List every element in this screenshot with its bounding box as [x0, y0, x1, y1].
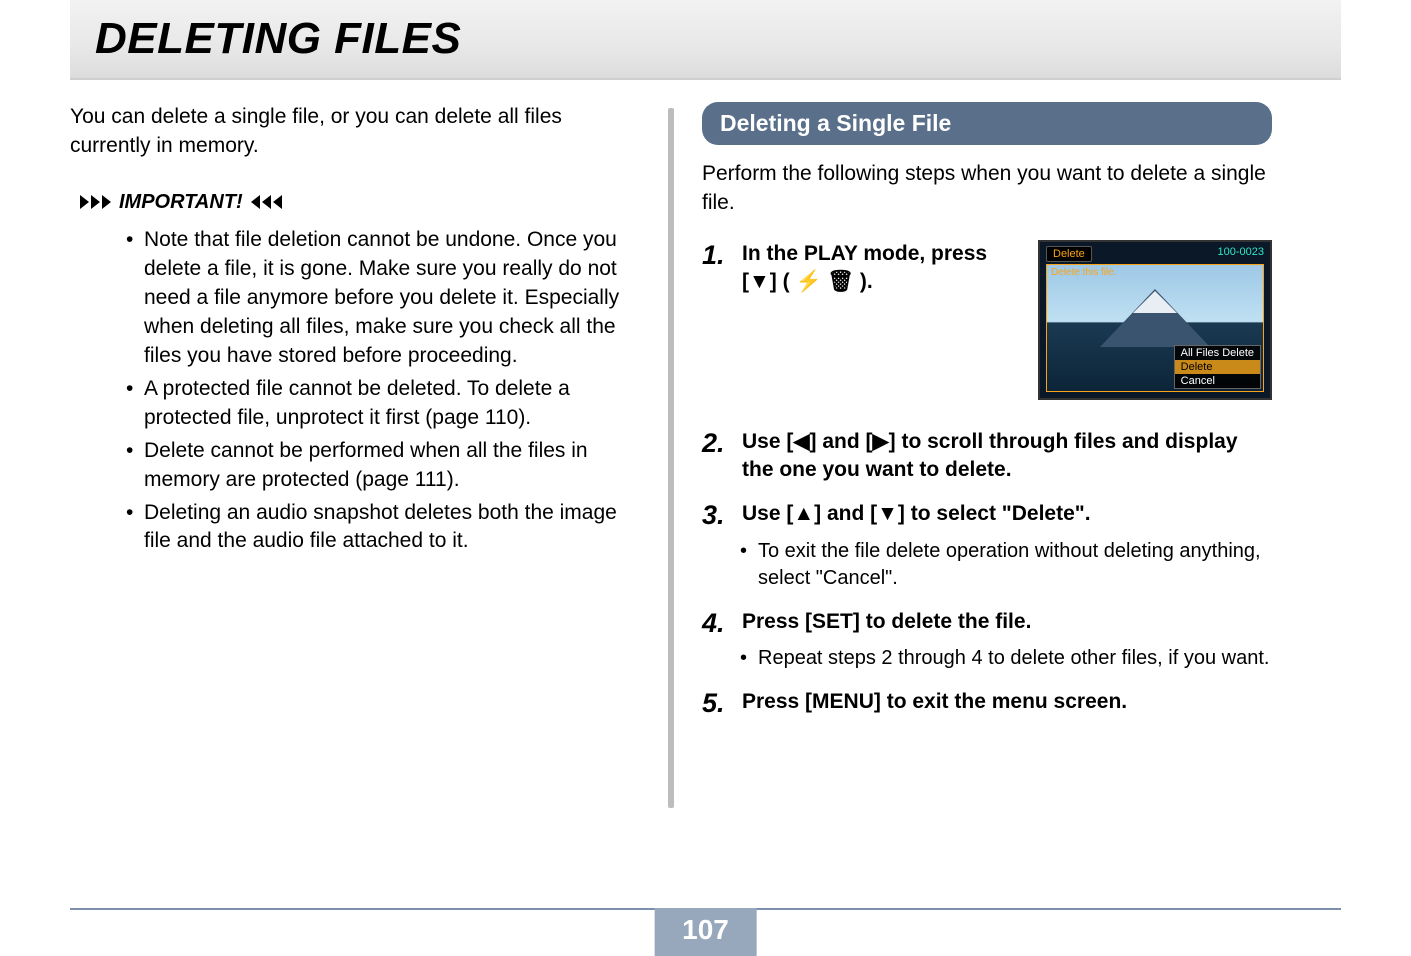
important-label: IMPORTANT! [119, 191, 243, 214]
column-divider [668, 108, 674, 808]
menu-option-all: All Files Delete [1175, 346, 1260, 360]
step-text: Use [▲] and [▼] to select "Delete". [742, 500, 1272, 531]
menu-option-cancel: Cancel [1175, 374, 1260, 388]
step-3: 3. Use [▲] and [▼] to select "Delete". T… [702, 500, 1272, 591]
step-4-sublist: Repeat steps 2 through 4 to delete other… [702, 645, 1272, 672]
lcd-top-row: Delete 100-0023 [1046, 246, 1264, 262]
step-3-sublist: To exit the file delete operation withou… [702, 538, 1272, 592]
important-heading: IMPORTANT! [80, 191, 630, 214]
step-text: Press [MENU] to exit the menu screen. [742, 688, 1272, 719]
step-number: 2. [702, 428, 730, 485]
list-item: Note that file deletion cannot be undone… [126, 226, 630, 371]
step-number: 3. [702, 500, 730, 531]
step-number: 4. [702, 608, 730, 639]
left-column: You can delete a single file, or you can… [70, 102, 640, 808]
right-column: Deleting a Single File Perform the follo… [702, 102, 1272, 808]
step-number: 5. [702, 688, 730, 719]
menu-option-delete: Delete [1175, 360, 1260, 374]
list-item: Repeat steps 2 through 4 to delete other… [740, 645, 1272, 672]
list-item: To exit the file delete operation withou… [740, 538, 1272, 592]
step-2: 2. Use [◀] and [▶] to scroll through fil… [702, 428, 1272, 485]
step-text: In the PLAY mode, press [▼] ( ⚡ 🗑 ). [742, 240, 1018, 297]
down-arrow-icon: ▼ [749, 270, 770, 293]
camera-lcd-illustration: Delete 100-0023 Delete this file. All Fi… [1038, 240, 1272, 400]
step-text: Press [SET] to delete the file. [742, 608, 1272, 639]
lcd-mode-label: Delete [1046, 246, 1092, 262]
intro-text: You can delete a single file, or you can… [70, 102, 630, 161]
content-columns: You can delete a single file, or you can… [70, 102, 1341, 808]
list-item: Deleting an audio snapshot deletes both … [126, 499, 630, 557]
list-item: Delete cannot be performed when all the … [126, 437, 630, 495]
triangle-right-icon [80, 195, 111, 209]
step-1-text-post: ] ( ⚡ 🗑 ). [770, 270, 873, 293]
page-title-bar: DELETING FILES [70, 0, 1341, 80]
lcd-subtitle: Delete this file. [1051, 267, 1117, 278]
step-5: 5. Press [MENU] to exit the menu screen. [702, 688, 1272, 719]
step-4: 4. Press [SET] to delete the file. Repea… [702, 608, 1272, 672]
lcd-file-number: 100-0023 [1218, 246, 1265, 262]
page-footer: 107 [70, 908, 1341, 910]
page-title: DELETING FILES [95, 14, 1316, 64]
step-number: 1. [702, 240, 730, 297]
manual-page: DELETING FILES You can delete a single f… [0, 0, 1411, 954]
snow-shape [1133, 291, 1177, 313]
step-1-row: 1. In the PLAY mode, press [▼] ( ⚡ 🗑 ). … [702, 240, 1272, 400]
page-number: 107 [654, 908, 757, 956]
important-notes-list: Note that file deletion cannot be undone… [70, 226, 630, 557]
section-intro: Perform the following steps when you wan… [702, 159, 1272, 218]
list-item: A protected file cannot be deleted. To d… [126, 375, 630, 433]
triangle-left-icon [251, 195, 282, 209]
section-heading: Deleting a Single File [702, 102, 1272, 145]
lcd-photo-area: Delete this file. All Files Delete Delet… [1046, 264, 1264, 392]
step-1: 1. In the PLAY mode, press [▼] ( ⚡ 🗑 ). [702, 240, 1018, 297]
lcd-delete-menu: All Files Delete Delete Cancel [1174, 345, 1261, 389]
step-text: Use [◀] and [▶] to scroll through files … [742, 428, 1272, 485]
